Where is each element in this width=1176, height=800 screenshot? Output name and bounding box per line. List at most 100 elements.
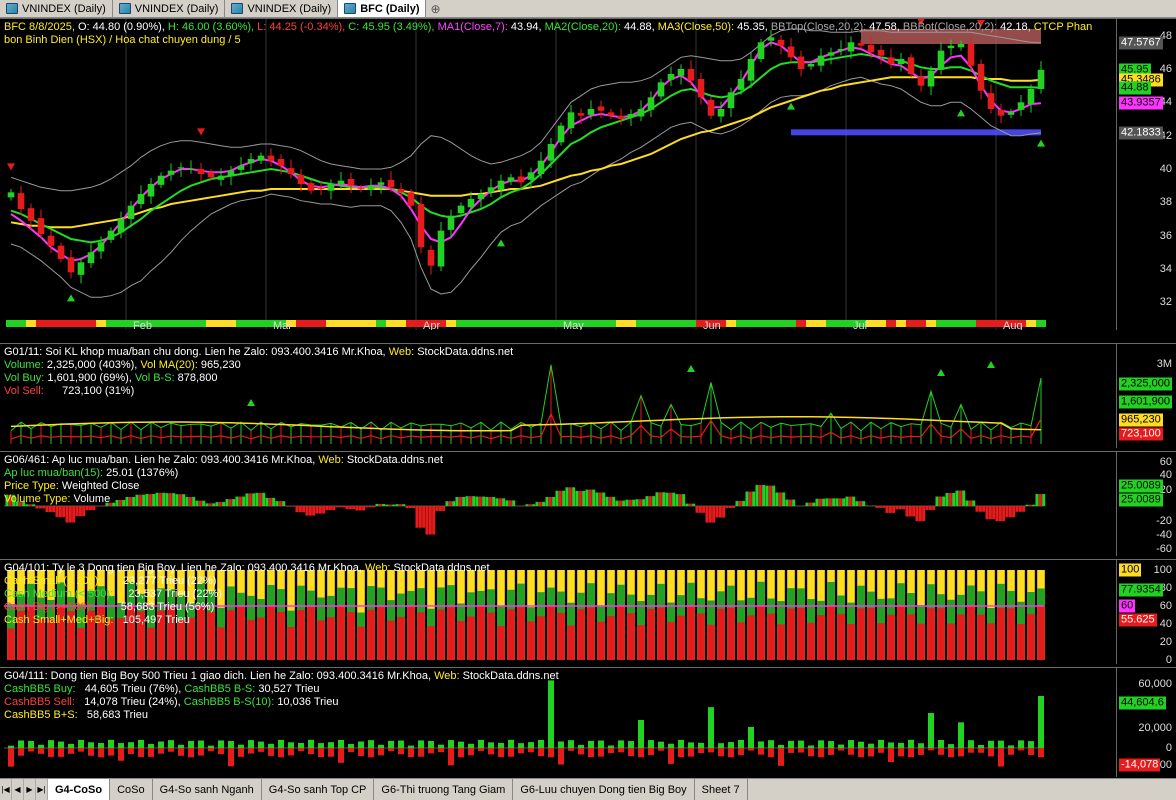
candle[interactable] [267, 148, 275, 167]
volume-plot-area[interactable] [4, 344, 1116, 448]
new-tab-button[interactable]: ⊕ [426, 0, 444, 17]
candle[interactable] [187, 160, 195, 174]
candle[interactable] [367, 178, 375, 196]
prev-sheet-button[interactable]: ◀ [12, 779, 24, 800]
candle[interactable] [1037, 61, 1045, 94]
candle[interactable] [937, 42, 945, 75]
candle[interactable] [777, 35, 785, 55]
price-chart-panel[interactable]: BFC 8/8/2025, O: 44.80 (0.90%), H: 46.00… [0, 18, 1176, 330]
price-plot-area[interactable]: Feb Mar Apr May Jun Jul Aug [4, 19, 1116, 330]
candle[interactable] [907, 54, 915, 78]
candle[interactable] [637, 100, 645, 122]
candle[interactable] [507, 174, 515, 185]
volume-panel[interactable]: G01/11: Soi KL khop mua/ban chu dong. Li… [0, 343, 1176, 448]
candle[interactable] [837, 40, 845, 56]
candle[interactable] [167, 163, 175, 181]
candle[interactable] [1007, 109, 1015, 119]
candle[interactable] [827, 47, 835, 65]
candle[interactable] [247, 153, 255, 171]
candlestick-chart[interactable]: Feb Mar Apr May Jun Jul Aug [4, 19, 1116, 330]
price-y-axis[interactable]: 48 46 44 42 40 38 36 34 32 47.5767 45.95 45.3486 44.… [1116, 19, 1176, 330]
candle[interactable] [997, 103, 1005, 123]
sheet-tab-6[interactable]: Sheet 7 [694, 779, 748, 800]
cash-ratio-bar [867, 570, 875, 660]
candle[interactable] [917, 69, 925, 92]
cash-ratio-chart[interactable] [4, 560, 1116, 664]
pressure-chart[interactable] [4, 452, 1116, 556]
candle[interactable] [897, 53, 905, 72]
candle[interactable] [667, 66, 675, 86]
candle[interactable] [477, 189, 485, 208]
candle[interactable] [1027, 84, 1035, 113]
candle[interactable] [677, 64, 685, 85]
cash-ratio-plot-area[interactable] [4, 560, 1116, 664]
candle[interactable] [297, 168, 305, 192]
sheet-tab-4[interactable]: G6-Thi truong Tang Giam [374, 779, 514, 800]
sheet-tab-0[interactable]: G4-CoSo [48, 779, 111, 800]
candle[interactable] [427, 245, 435, 275]
candle[interactable] [657, 79, 665, 100]
candle[interactable] [1017, 95, 1025, 116]
candle[interactable] [977, 59, 985, 100]
candle[interactable] [257, 152, 265, 164]
volume-y-axis[interactable]: 3M 2,325,000 1,601,900 965,230 723,100 [1116, 344, 1176, 448]
candle[interactable] [417, 196, 425, 254]
candle[interactable] [307, 179, 315, 194]
cash-ratio-bar [177, 570, 185, 660]
candle[interactable] [17, 185, 25, 215]
candle[interactable] [7, 189, 15, 201]
sheet-tab-2[interactable]: G4-So sanh Nganh [152, 779, 262, 800]
candle[interactable] [607, 109, 615, 119]
candle[interactable] [817, 48, 825, 72]
window-tab-3[interactable]: BFC (Daily) [338, 0, 427, 17]
cash-ratio-panel[interactable]: G04/101: Ty le 3 Dong tien Big Boy. Lien… [0, 559, 1176, 666]
candle[interactable] [987, 84, 995, 114]
candle[interactable] [697, 73, 705, 105]
window-tab-1[interactable]: VNINDEX (Daily) [112, 0, 226, 17]
pressure-y-axis[interactable]: 60 40 20 -20 -40 -60 25.0089 25.0089 [1116, 452, 1176, 556]
window-tab-0[interactable]: VNINDEX (Daily) [0, 0, 113, 17]
candle[interactable] [67, 250, 75, 279]
candle[interactable] [57, 242, 65, 263]
candle[interactable] [437, 222, 445, 272]
candle[interactable] [757, 39, 765, 63]
candle[interactable] [787, 37, 795, 62]
candle[interactable] [517, 169, 525, 189]
candle[interactable] [797, 50, 805, 77]
pressure-panel[interactable]: G06/461: Ap luc mua/ban. Lien he Zalo: 0… [0, 451, 1176, 556]
next-sheet-button[interactable]: ▶ [24, 779, 36, 800]
bigboy-flow-panel[interactable]: G04/111: Dong tien Big Boy 500 Trieu 1 g… [0, 667, 1176, 777]
candle[interactable] [137, 185, 145, 209]
volume-chart[interactable] [4, 344, 1116, 448]
bigboy-flow-y-axis[interactable]: 60,00020,0000-20,00044,604.6-14,078 [1116, 668, 1176, 777]
candle[interactable] [87, 243, 95, 268]
candle[interactable] [497, 174, 505, 198]
candle[interactable] [237, 157, 245, 175]
candle[interactable] [887, 48, 895, 69]
sheet-tab-5[interactable]: G6-Luu chuyen Dong tien Big Boy [513, 779, 695, 800]
candle[interactable] [77, 257, 85, 284]
candle[interactable] [647, 91, 655, 118]
first-sheet-button[interactable]: |◀ [0, 779, 12, 800]
last-sheet-button[interactable]: ▶| [36, 779, 48, 800]
window-tab-2[interactable]: VNINDEX (Daily) [225, 0, 339, 17]
sheet-tab-3[interactable]: G4-So sanh Top CP [261, 779, 375, 800]
candle[interactable] [327, 179, 335, 200]
sheet-tab-1[interactable]: CoSo [110, 779, 153, 800]
cash-ratio-y-axis[interactable]: 100 80 60 40 20 0 100 77.9354 60 55.625 [1116, 560, 1176, 666]
candle[interactable] [197, 163, 205, 182]
pressure-plot-area[interactable] [4, 452, 1116, 556]
bigboy-flow-plot-area[interactable] [4, 668, 1116, 777]
candle[interactable] [927, 66, 935, 96]
candle[interactable] [557, 122, 565, 146]
candle[interactable] [287, 159, 295, 179]
candle[interactable] [707, 96, 715, 120]
candle[interactable] [527, 167, 535, 189]
bigboy-flow-chart[interactable] [4, 668, 1116, 777]
candle[interactable] [107, 227, 115, 244]
candle[interactable] [157, 172, 165, 189]
candle[interactable] [877, 45, 885, 65]
candle[interactable] [147, 178, 155, 204]
candle[interactable] [547, 138, 555, 168]
candle[interactable] [487, 178, 495, 197]
